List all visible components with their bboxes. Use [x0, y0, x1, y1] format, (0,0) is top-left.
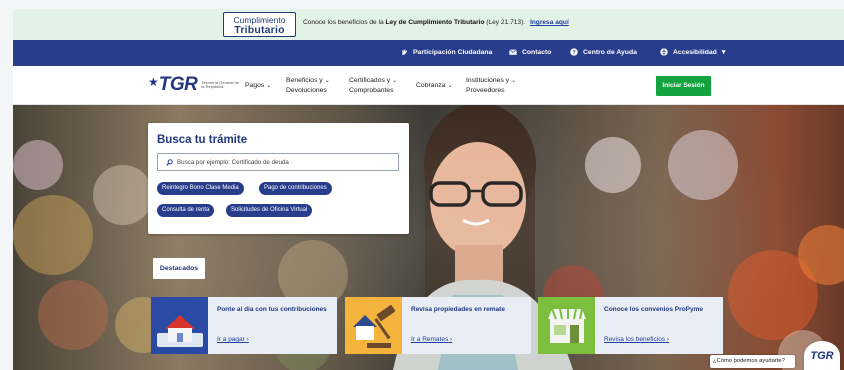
destacados-label: Destacados — [153, 258, 205, 279]
auction-icon — [345, 297, 402, 354]
notice-link[interactable]: Ingresa aquí — [530, 19, 569, 26]
card-link[interactable]: Ir a Remates › — [411, 336, 452, 343]
chevron-down-icon: ▾ — [721, 49, 726, 56]
chevron-right-icon: › — [450, 336, 453, 343]
chip-contribuciones[interactable]: Pago de contribuciones — [259, 182, 332, 195]
chip-renta[interactable]: Consulta de renta — [157, 204, 215, 217]
card-propyme[interactable]: Conoce los convenios ProPyme Revisa los … — [538, 297, 723, 354]
card-link-label: Revisa los beneficios — [604, 336, 666, 343]
store-icon — [538, 297, 595, 354]
utility-label: Participación Ciudadana — [413, 48, 493, 56]
chevron-down-icon: ⌄ — [324, 78, 330, 84]
login-button[interactable]: Iniciar Sesión — [656, 76, 711, 96]
notice-text-after: (Ley 21.713). — [484, 19, 526, 26]
nav-label: Pagos — [245, 82, 265, 89]
search-input[interactable]: Busca por ejemplo: Certificado de deuda — [157, 153, 399, 171]
search-title: Busca tu trámite — [157, 134, 248, 146]
envelope-icon — [509, 49, 517, 55]
card-link[interactable]: Revisa los beneficios › — [604, 336, 669, 343]
tgr-logo[interactable]: ★ TGR Tesorería General de la República — [148, 74, 241, 96]
accessibility-icon — [660, 48, 668, 56]
nav-label: Cobranza — [416, 82, 446, 89]
nav-label-2: Proveedores — [466, 87, 505, 94]
brand-subtitle: Tesorería General de la República — [201, 79, 239, 89]
utility-label: Centro de Ayuda — [583, 48, 637, 56]
nav-label: Instituciones y — [466, 77, 510, 84]
card-title: Revisa propiedades en remate — [411, 306, 505, 313]
page: Cumplimiento Tributario Conoce los benef… — [0, 0, 844, 370]
chip-reintegro[interactable]: Reintegro Bono Clase Media — [157, 182, 244, 195]
utility-participacion[interactable]: Participación Ciudadana — [400, 48, 492, 56]
chevron-down-icon: ⌄ — [266, 83, 272, 89]
nav-label-2: Comprobantes — [349, 87, 394, 94]
brand-name: TGR — [158, 74, 198, 95]
svg-text:?: ? — [572, 50, 576, 56]
card-link-label: Ir a Remates — [411, 336, 449, 343]
nav-certificados[interactable]: Certificados y ⌄ Comprobantes — [349, 76, 397, 96]
search-icon — [166, 158, 173, 166]
house-icon — [151, 297, 208, 354]
help-chat-button[interactable]: TGR — [804, 341, 840, 370]
logo-line2: Tributario — [234, 24, 285, 36]
chevron-right-icon: › — [666, 336, 670, 343]
notice-message: Conoce los beneficios de la Ley de Cumpl… — [303, 19, 569, 26]
nav-label: Beneficios y — [286, 77, 323, 84]
utility-accesibilidad[interactable]: Accesibilidad ▾ — [660, 48, 725, 56]
chevron-down-icon: ⌄ — [447, 83, 453, 89]
nav-pagos[interactable]: Pagos ⌄ — [245, 81, 271, 91]
chip-oficina-virtual[interactable]: Solicitudes de Oficina Virtual — [226, 204, 313, 217]
nav-instituciones[interactable]: Instituciones y ⌄ Proveedores — [466, 76, 516, 96]
chevron-right-icon: › — [246, 336, 249, 343]
card-title: Conoce los convenios ProPyme — [604, 306, 703, 313]
nav-cobranza[interactable]: Cobranza ⌄ — [416, 81, 453, 91]
card-title: Ponte al día con tus contribuciones — [217, 306, 327, 313]
notice-law: Ley de Cumplimiento Tributario — [385, 19, 485, 26]
chevron-down-icon: ⌄ — [392, 78, 398, 84]
utility-label: Accesibilidad — [673, 48, 717, 56]
nav-beneficios[interactable]: Beneficios y ⌄ Devoluciones — [286, 76, 330, 96]
chevron-down-icon: ⌄ — [511, 78, 517, 84]
utility-contacto[interactable]: Contacto — [509, 48, 551, 56]
hand-icon — [402, 49, 408, 56]
question-icon: ? — [570, 48, 578, 56]
utility-centro-ayuda[interactable]: ? Centro de Ayuda — [570, 48, 637, 56]
card-remates[interactable]: Revisa propiedades en remate Ir a Remate… — [345, 297, 531, 354]
chat-bot-logo: TGR — [810, 349, 834, 362]
card-contribuciones[interactable]: Ponte al día con tus contribuciones Ir a… — [151, 297, 337, 354]
search-card: Busca tu trámite Busca por ejemplo: Cert… — [148, 123, 409, 234]
search-placeholder: Busca por ejemplo: Certificado de deuda — [177, 158, 289, 166]
help-chat-label[interactable]: ¿Cómo podemos ayudarte? — [710, 355, 795, 368]
main-nav: ★ TGR Tesorería General de la República … — [13, 66, 844, 105]
nav-label-2: Devoluciones — [286, 87, 327, 94]
utility-label: Contacto — [522, 48, 552, 56]
star-icon: ★ — [148, 75, 159, 89]
notice-bar: Cumplimiento Tributario Conoce los benef… — [13, 9, 844, 40]
card-link-label: Ir a pagar — [217, 336, 245, 343]
notice-text: Conoce los beneficios de la — [303, 19, 386, 26]
card-link[interactable]: Ir a pagar › — [217, 336, 249, 343]
cumplimiento-logo: Cumplimiento Tributario — [223, 12, 296, 37]
utility-bar: Participación Ciudadana Contacto ? Centr… — [13, 40, 844, 66]
nav-label: Certificados y — [349, 77, 391, 84]
